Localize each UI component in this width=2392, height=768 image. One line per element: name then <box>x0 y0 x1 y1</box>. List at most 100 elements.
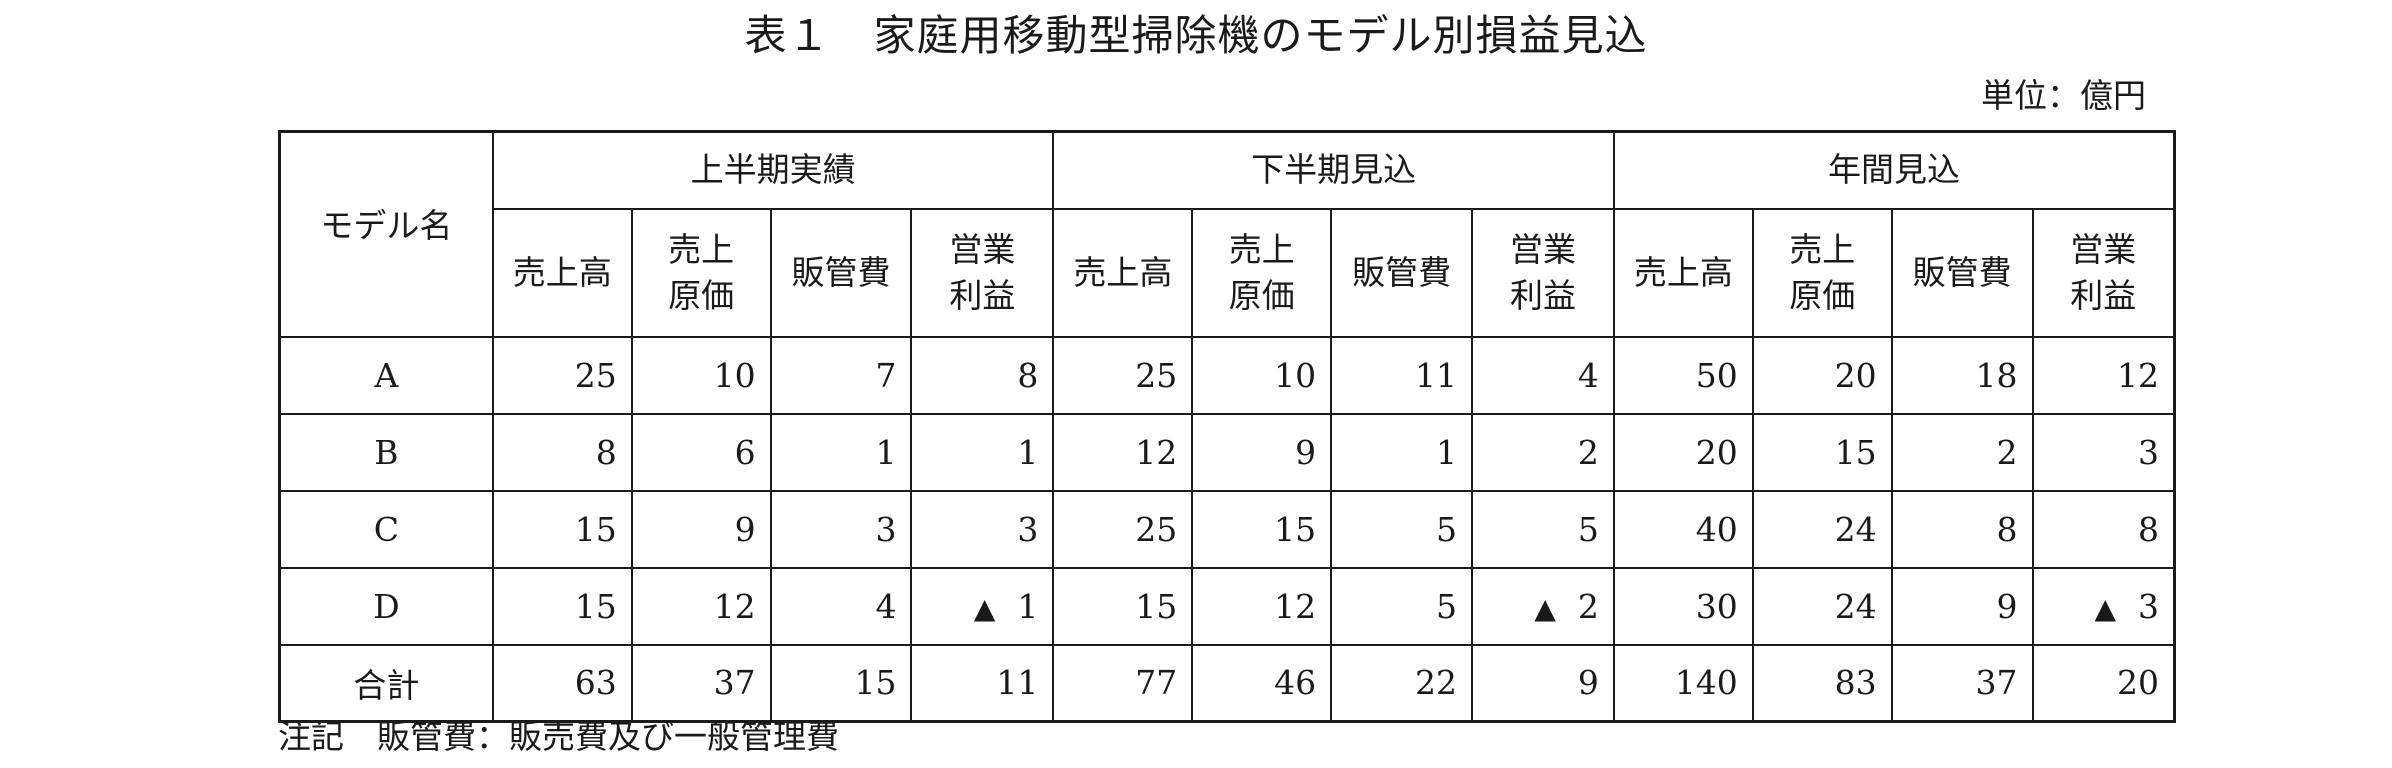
header-annual-cost-of-sales: 売上 原価 <box>1751 207 1893 338</box>
cell-value: 24 <box>1834 509 1877 549</box>
header-annual-operating-profit: 営業 利益 <box>2031 207 2176 338</box>
header-group-h1-actual: 上半期実績 <box>491 130 1055 210</box>
table-cell: 5 <box>1330 566 1474 646</box>
table-cell: 15 <box>769 643 913 723</box>
cell-value: 8 <box>1017 355 1039 395</box>
table-cell: ▲ 3 <box>2031 566 2176 646</box>
cell-value: 12 <box>713 586 756 626</box>
cell-value: 8 <box>595 432 617 472</box>
header-h2-sales: 売上高 <box>1052 207 1194 338</box>
cell-value: 7 <box>875 355 897 395</box>
table-cell: 37 <box>1890 643 2034 723</box>
row-label: 合計 <box>278 643 494 723</box>
table-cell: 77 <box>1052 643 1194 723</box>
table-cell: 24 <box>1751 489 1893 569</box>
cell-value: 15 <box>1135 586 1178 626</box>
cell-value: 9 <box>734 509 756 549</box>
header-group-h2-forecast: 下半期見込 <box>1052 130 1615 210</box>
table-cell: 20 <box>1612 412 1754 492</box>
cell-value: 37 <box>1975 663 2018 703</box>
cell-value: 3 <box>875 509 897 549</box>
header-h1-sga: 販管費 <box>769 207 913 338</box>
table-cell: 3 <box>2031 412 2176 492</box>
table-cell: 8 <box>491 412 633 492</box>
table-cell: 63 <box>491 643 633 723</box>
cell-value: 11 <box>996 663 1039 703</box>
table-cell: 5 <box>1471 489 1615 569</box>
cell-value: 11 <box>1415 355 1458 395</box>
cell-value: 6 <box>734 432 756 472</box>
cell-value: 50 <box>1695 355 1738 395</box>
table-cell: 140 <box>1612 643 1754 723</box>
cell-value: 12 <box>2117 355 2159 395</box>
cell-value: 5 <box>1577 509 1599 549</box>
table-cell: 8 <box>910 335 1055 415</box>
table-cell: 11 <box>910 643 1055 723</box>
subheader-row: 売上高 売上 原価 販管費 営業 利益 売上高 売上 原価 販管費 営業 利益 売上高 売上 原価 販管費 営業… <box>280 207 2176 338</box>
table-body: A 25 10 7 8 25 10 11 4 50 20 18 12 B 8 6 1 1 12 9 1 2 20 15 2 3 C 1… <box>278 335 2176 723</box>
cell-value: 9 <box>1295 432 1317 472</box>
cell-value: 30 <box>1695 586 1738 626</box>
table-cell: 18 <box>1890 335 2034 415</box>
cell-value: 77 <box>1135 663 1178 703</box>
cell-value: 25 <box>574 355 617 395</box>
cell-value: 5 <box>1436 586 1458 626</box>
cell-value: 20 <box>1695 432 1738 472</box>
table-cell: 15 <box>1052 566 1194 646</box>
table-row: B 8 6 1 1 12 9 1 2 20 15 2 3 <box>278 412 2176 492</box>
cell-value: 3 <box>1017 509 1039 549</box>
table-cell: 3 <box>910 489 1055 569</box>
table-cell: 12 <box>2031 335 2176 415</box>
table-cell: 8 <box>2031 489 2176 569</box>
table-cell: 9 <box>1191 412 1333 492</box>
table-cell: 12 <box>630 566 772 646</box>
table-cell: 46 <box>1191 643 1333 723</box>
table-cell: 20 <box>1751 335 1893 415</box>
cell-value: 37 <box>713 663 756 703</box>
table-cell: 24 <box>1751 566 1893 646</box>
cell-value: 140 <box>1674 663 1738 703</box>
table-cell: 3 <box>769 489 913 569</box>
cell-value: 46 <box>1274 663 1317 703</box>
table-row: 合計 63 37 15 11 77 46 22 9 140 83 37 20 <box>278 643 2176 723</box>
table-cell: 9 <box>630 489 772 569</box>
header-annual-sga: 販管費 <box>1890 207 2034 338</box>
cell-value: 9 <box>1996 586 2018 626</box>
cell-value: 4 <box>875 586 897 626</box>
table-cell: 9 <box>1471 643 1615 723</box>
row-label: B <box>278 412 494 492</box>
header-h2-sga: 販管費 <box>1330 207 1474 338</box>
table-row: D 15 12 4 ▲ 1 15 12 5 ▲ 2 30 24 9 ▲ 3 <box>278 566 2176 646</box>
cell-value: 1 <box>875 432 897 472</box>
cell-value: 2 <box>1996 432 2018 472</box>
table-cell: ▲ 1 <box>910 566 1055 646</box>
table-cell: 2 <box>1890 412 2034 492</box>
table-cell: ▲ 2 <box>1471 566 1615 646</box>
cell-value: 12 <box>1135 432 1178 472</box>
header-h1-cost-of-sales: 売上 原価 <box>630 207 772 338</box>
table-cell: 5 <box>1330 489 1474 569</box>
pl-table: モデル名 上半期実績 下半期見込 年間見込 売上高 売上 原価 販管費 営業 利益 売上高売… <box>278 130 2176 723</box>
cell-value: 2 <box>1577 586 1599 626</box>
cell-value: 3 <box>2138 432 2159 472</box>
row-label: D <box>278 566 494 646</box>
cell-value: 5 <box>1436 509 1458 549</box>
table-cell: 25 <box>1052 489 1194 569</box>
cell-value: 8 <box>1996 509 2018 549</box>
table-cell: 50 <box>1612 335 1754 415</box>
table-cell: 1 <box>1330 412 1474 492</box>
table-cell: 4 <box>769 566 913 646</box>
table-cell: 15 <box>491 489 633 569</box>
table-cell: 15 <box>491 566 633 646</box>
table-cell: 6 <box>630 412 772 492</box>
table-row: A 25 10 7 8 25 10 11 4 50 20 18 12 <box>278 335 2176 415</box>
cell-value: 3 <box>2138 586 2159 626</box>
table-cell: 12 <box>1191 566 1333 646</box>
header-group-annual-forecast: 年間見込 <box>1612 130 2176 210</box>
table-cell: 30 <box>1612 566 1754 646</box>
cell-value: 20 <box>2117 663 2159 703</box>
cell-value: 40 <box>1695 509 1738 549</box>
cell-value: 63 <box>574 663 617 703</box>
cell-value: 15 <box>574 509 617 549</box>
cell-value: 15 <box>854 663 897 703</box>
